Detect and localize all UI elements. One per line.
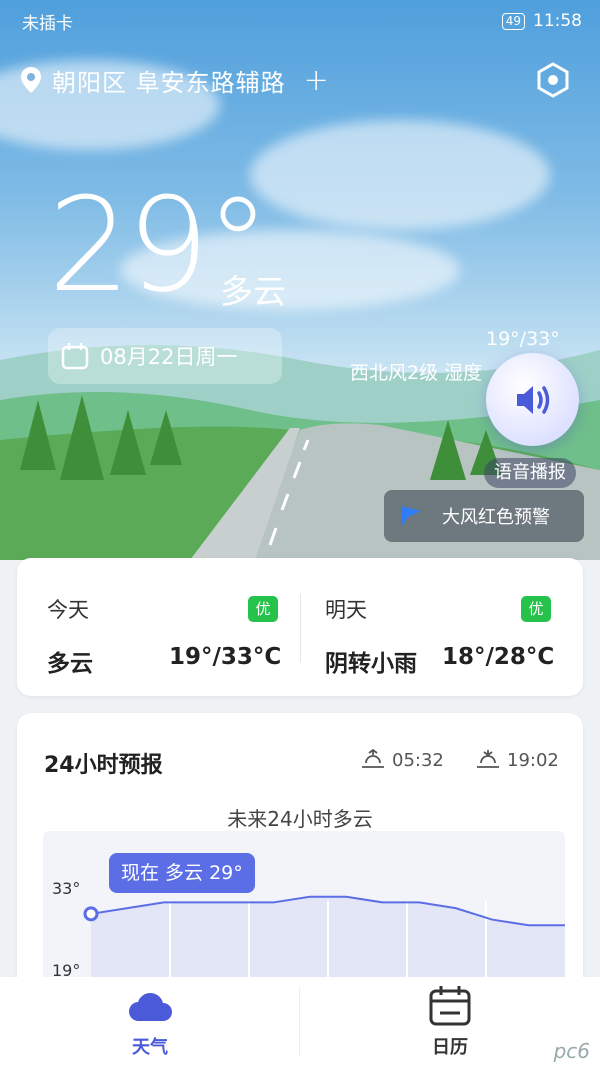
forecast-title: 24小时预报 bbox=[44, 753, 163, 778]
alert-text: 大风红色预警 bbox=[442, 507, 550, 528]
alert-flag-icon bbox=[401, 506, 421, 527]
today-title: 今天 bbox=[47, 598, 89, 622]
bottom-tab-bar: 天气 日历 bbox=[0, 977, 600, 1067]
tab-weather-label: 天气 bbox=[132, 1037, 168, 1058]
sunset: 19:02 bbox=[475, 749, 559, 771]
settings-hexagon-icon[interactable] bbox=[536, 62, 570, 98]
today-tomorrow-card: 今天 优 多云 19°/33°C 明天 优 阴转小雨 18°/28°C bbox=[17, 558, 583, 696]
carrier-text: 未插卡 bbox=[22, 13, 73, 34]
current-tooltip: 现在 多云 29° bbox=[109, 853, 255, 893]
sunrise: 05:32 bbox=[360, 749, 444, 771]
watermark: pc6 bbox=[553, 1039, 590, 1063]
forecast-summary: 未来24小时多云 bbox=[227, 807, 373, 831]
air-quality-badge: 优 bbox=[521, 596, 551, 622]
tomorrow-temp: 18°/28°C bbox=[442, 644, 555, 670]
weather-alert[interactable]: 大风红色预警 bbox=[384, 490, 584, 542]
sunset-icon bbox=[477, 750, 499, 768]
location-pin-icon bbox=[21, 67, 41, 93]
hourly-forecast-card: 24小时预报 05:32 19:02 未来24小时多云 现在 多云 29° 33… bbox=[17, 713, 583, 1013]
calendar-icon bbox=[429, 986, 471, 1026]
air-quality-badge: 优 bbox=[248, 596, 278, 622]
add-city-button[interactable]: + bbox=[304, 63, 329, 98]
calendar-icon bbox=[61, 343, 89, 370]
tomorrow-summary[interactable]: 明天 优 阴转小雨 18°/28°C bbox=[300, 558, 583, 696]
voice-broadcast-label[interactable]: 语音播报 bbox=[484, 458, 576, 488]
date-pill[interactable]: 08月22日周一 bbox=[48, 328, 282, 384]
tab-weather[interactable]: 天气 bbox=[0, 977, 300, 1067]
status-bar: 未插卡 49 11:58 bbox=[22, 8, 582, 34]
cloud-icon bbox=[128, 993, 172, 1022]
sunrise-time: 05:32 bbox=[392, 749, 444, 771]
location-name[interactable]: 朝阳区 阜安东路辅路 bbox=[52, 63, 286, 98]
wind-humidity: 西北风2级 湿度 bbox=[350, 362, 483, 384]
date-text: 08月22日周一 bbox=[100, 345, 238, 369]
today-weather: 多云 bbox=[47, 651, 93, 677]
clock: 11:58 bbox=[533, 11, 582, 31]
sunset-time: 19:02 bbox=[507, 749, 559, 771]
sunrise-icon bbox=[362, 749, 384, 768]
location-bar[interactable]: 朝阳区 阜安东路辅路 + bbox=[20, 58, 580, 102]
tomorrow-title: 明天 bbox=[325, 598, 367, 622]
today-summary[interactable]: 今天 优 多云 19°/33°C bbox=[17, 558, 300, 696]
today-temp: 19°/33°C bbox=[169, 644, 282, 670]
speaker-icon bbox=[516, 385, 549, 414]
current-condition: 多云 bbox=[220, 272, 286, 311]
voice-broadcast-button[interactable] bbox=[486, 353, 579, 446]
tomorrow-weather: 阴转小雨 bbox=[325, 651, 417, 677]
current-point bbox=[83, 906, 99, 922]
temp-range: 19°/33° bbox=[486, 328, 560, 350]
battery-icon: 49 bbox=[501, 12, 525, 30]
y-tick-max: 33° bbox=[52, 879, 81, 898]
